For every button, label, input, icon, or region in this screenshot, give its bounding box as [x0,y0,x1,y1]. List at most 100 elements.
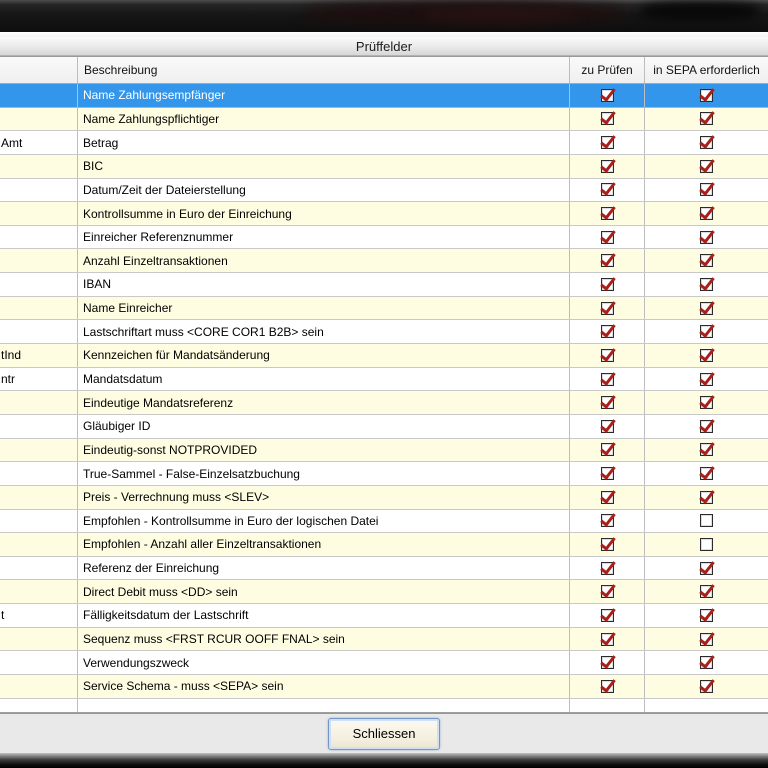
in-sepa-checkbox[interactable] [700,562,713,575]
column-header-zu-pruefen[interactable]: zu Prüfen [570,57,645,83]
in-sepa-checkbox[interactable] [700,349,713,362]
in-sepa-cell [645,391,768,414]
zu-pruefen-checkbox[interactable] [601,609,614,622]
table-row[interactable]: Name Zahlungsempfänger [0,84,768,108]
in-sepa-checkbox[interactable] [700,112,713,125]
table-row[interactable]: Lastschriftart muss <CORE COR1 B2B> sein [0,320,768,344]
table-row[interactable]: True-Sammel - False-Einzelsatzbuchung [0,462,768,486]
zu-pruefen-checkbox[interactable] [601,160,614,173]
table-row[interactable]: tInd Kennzeichen für Mandatsänderung [0,344,768,368]
zu-pruefen-checkbox[interactable] [601,373,614,386]
zu-pruefen-checkbox[interactable] [601,538,614,551]
table-row[interactable]: Amt Betrag [0,131,768,155]
zu-pruefen-checkbox[interactable] [601,89,614,102]
zu-pruefen-checkbox[interactable] [601,514,614,527]
zu-pruefen-checkbox[interactable] [601,467,614,480]
table-row[interactable]: Direct Debit muss <DD> sein [0,580,768,604]
field-cell [0,462,78,485]
in-sepa-checkbox[interactable] [700,302,713,315]
table-row[interactable]: IBAN [0,273,768,297]
in-sepa-checkbox[interactable] [700,656,713,669]
in-sepa-checkbox[interactable] [700,231,713,244]
column-header-beschreibung[interactable]: Beschreibung [78,57,570,83]
table-row[interactable]: Preis - Verrechnung muss <SLEV> [0,486,768,510]
zu-pruefen-checkbox[interactable] [601,396,614,409]
zu-pruefen-checkbox[interactable] [601,183,614,196]
in-sepa-checkbox[interactable] [700,278,713,291]
in-sepa-checkbox[interactable] [700,609,713,622]
zu-pruefen-checkbox[interactable] [601,491,614,504]
in-sepa-cell [645,580,768,603]
zu-pruefen-checkbox[interactable] [601,656,614,669]
table-row[interactable]: Kontrollsumme in Euro der Einreichung [0,202,768,226]
table-row[interactable]: Eindeutig-sonst NOTPROVIDED [0,439,768,463]
description-cell: Mandatsdatum [78,368,570,391]
table-row[interactable]: BIC [0,155,768,179]
column-header-in-sepa-erforderlich[interactable]: in SEPA erforderlich [645,57,768,83]
in-sepa-checkbox[interactable] [700,467,713,480]
table-row[interactable]: Sequenz muss <FRST RCUR OOFF FNAL> sein [0,628,768,652]
zu-pruefen-checkbox[interactable] [601,278,614,291]
in-sepa-checkbox[interactable] [700,207,713,220]
in-sepa-checkbox[interactable] [700,514,713,527]
table-row[interactable]: Name Zahlungspflichtiger [0,108,768,132]
zu-pruefen-checkbox[interactable] [601,231,614,244]
zu-pruefen-checkbox[interactable] [601,325,614,338]
description-cell: IBAN [78,273,570,296]
in-sepa-checkbox[interactable] [700,491,713,504]
in-sepa-checkbox[interactable] [700,325,713,338]
table-row[interactable]: Anzahl Einzeltransaktionen [0,249,768,273]
in-sepa-checkbox[interactable] [700,538,713,551]
column-header-field[interactable] [0,57,78,83]
zu-pruefen-checkbox[interactable] [601,420,614,433]
table-row[interactable]: Empfohlen - Kontrollsumme in Euro der lo… [0,510,768,534]
in-sepa-checkbox[interactable] [700,396,713,409]
zu-pruefen-checkbox[interactable] [601,207,614,220]
background-window-titlebar [0,0,768,32]
in-sepa-checkbox[interactable] [700,160,713,173]
description-cell: Referenz der Einreichung [78,557,570,580]
dialog-titlebar[interactable]: Prüffelder [0,37,768,56]
table-row[interactable]: Empfohlen - Anzahl aller Einzeltransakti… [0,533,768,557]
description-cell: Verwendungszweck [78,651,570,674]
table-row[interactable]: Gläubiger ID [0,415,768,439]
in-sepa-checkbox[interactable] [700,443,713,456]
zu-pruefen-checkbox[interactable] [601,112,614,125]
in-sepa-checkbox[interactable] [700,183,713,196]
table-row[interactable]: Referenz der Einreichung [0,557,768,581]
table-row[interactable]: Einreicher Referenznummer [0,226,768,250]
zu-pruefen-checkbox[interactable] [601,585,614,598]
table-row[interactable]: ntr Mandatsdatum [0,368,768,392]
in-sepa-checkbox[interactable] [700,420,713,433]
field-cell [0,202,78,225]
schliessen-button[interactable]: Schliessen [328,718,440,750]
zu-pruefen-cell [570,557,645,580]
table-row[interactable]: Name Einreicher [0,297,768,321]
in-sepa-checkbox[interactable] [700,680,713,693]
field-cell [0,628,78,651]
in-sepa-checkbox[interactable] [700,585,713,598]
zu-pruefen-checkbox[interactable] [601,302,614,315]
in-sepa-checkbox[interactable] [700,254,713,267]
zu-pruefen-cell [570,108,645,131]
zu-pruefen-checkbox[interactable] [601,562,614,575]
zu-pruefen-checkbox[interactable] [601,136,614,149]
table-row[interactable]: Eindeutige Mandatsreferenz [0,391,768,415]
in-sepa-checkbox[interactable] [700,373,713,386]
zu-pruefen-checkbox[interactable] [601,680,614,693]
zu-pruefen-checkbox[interactable] [601,633,614,646]
table-row[interactable]: t Fälligkeitsdatum der Lastschrift [0,604,768,628]
zu-pruefen-checkbox[interactable] [601,443,614,456]
in-sepa-checkbox[interactable] [700,633,713,646]
table-row[interactable]: Verwendungszweck [0,651,768,675]
table-row[interactable]: Service Schema - muss <SEPA> sein [0,675,768,699]
dialog-footer: Schliessen [0,713,768,753]
table-row[interactable]: Datum/Zeit der Dateierstellung [0,179,768,203]
zu-pruefen-checkbox[interactable] [601,254,614,267]
in-sepa-cell [645,368,768,391]
zu-pruefen-cell [570,533,645,556]
zu-pruefen-checkbox[interactable] [601,349,614,362]
zu-pruefen-cell [570,486,645,509]
in-sepa-checkbox[interactable] [700,89,713,102]
in-sepa-checkbox[interactable] [700,136,713,149]
